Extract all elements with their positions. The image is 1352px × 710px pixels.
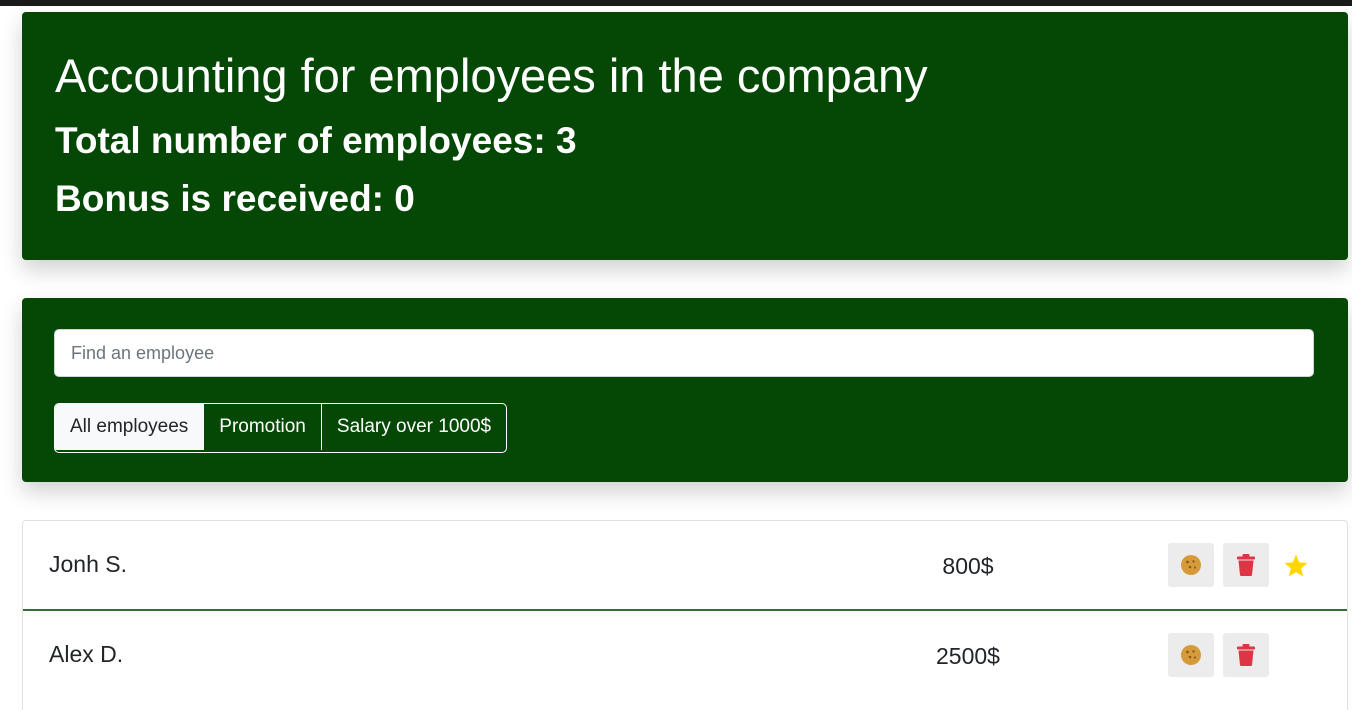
search-input[interactable] <box>54 329 1314 377</box>
filter-button-group: All employees Promotion Salary over 1000… <box>54 403 508 453</box>
delete-button[interactable] <box>1223 543 1269 587</box>
trash-icon <box>1237 644 1255 666</box>
app-info-panel: Accounting for employees in the company … <box>22 12 1348 260</box>
employee-salary[interactable]: 800$ <box>903 551 1033 581</box>
total-employees-count: Total number of employees: 3 <box>55 120 577 161</box>
list-item: Alex D. 2500$ <box>23 611 1347 699</box>
filter-promotion-button[interactable]: Promotion <box>203 404 321 450</box>
employee-name[interactable]: Alex D. <box>49 639 123 669</box>
trash-icon <box>1237 554 1255 576</box>
page-title: Accounting for employees in the company <box>55 49 928 102</box>
search-filter-panel: All employees Promotion Salary over 1000… <box>22 298 1348 482</box>
filter-all-employees-button[interactable]: All employees <box>55 404 204 450</box>
increase-button[interactable] <box>1168 543 1214 587</box>
star-icon <box>1284 554 1308 577</box>
delete-button[interactable] <box>1223 633 1269 677</box>
list-item: Jonh S. 800$ <box>23 521 1347 611</box>
employee-list: Jonh S. 800$ Alex D. 2500$ <box>22 520 1348 710</box>
filter-salary-over-1000-button[interactable]: Salary over 1000$ <box>320 404 506 450</box>
cookie-icon <box>1181 645 1201 665</box>
cookie-icon <box>1181 555 1201 575</box>
employee-name[interactable]: Jonh S. <box>49 549 127 579</box>
increase-button[interactable] <box>1168 633 1214 677</box>
employee-salary[interactable]: 2500$ <box>903 641 1033 671</box>
browser-top-edge <box>0 0 1352 6</box>
bonus-received-count: Bonus is received: 0 <box>55 178 415 219</box>
